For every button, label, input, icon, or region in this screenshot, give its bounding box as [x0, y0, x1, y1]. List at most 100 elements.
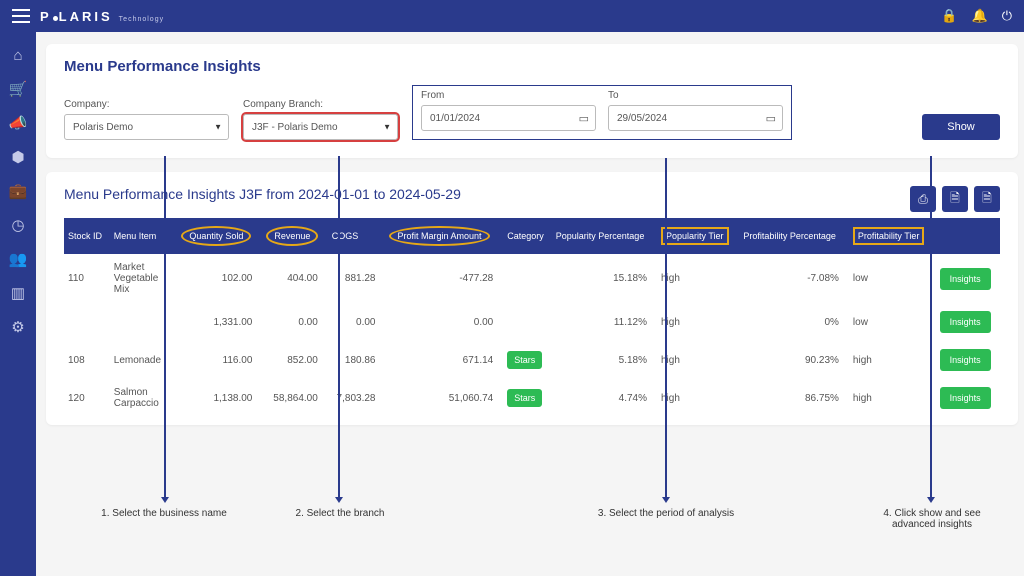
insights-button[interactable]: Insights — [940, 387, 991, 409]
to-label: To — [608, 90, 783, 101]
show-button[interactable]: Show — [922, 114, 1000, 140]
top-bar: PLARIS Technology 🔒 🔔 ⏻ — [0, 0, 1024, 32]
main-content: Menu Performance Insights Company: Polar… — [36, 32, 1024, 576]
to-date-input[interactable]: 29/05/2024 ▭ — [608, 105, 783, 131]
col-pop-pct[interactable]: Popularity Percentage — [552, 218, 657, 254]
cell-cogs: 881.28 — [328, 254, 386, 303]
cell-action: Insights — [936, 254, 1000, 303]
cell-pop-pct: 5.18% — [552, 341, 657, 379]
lock-icon[interactable]: 🔒 — [941, 8, 957, 24]
cell-prof-tier: high — [849, 379, 936, 417]
print-button[interactable]: ⎙ — [910, 186, 936, 212]
from-date-input[interactable]: 01/01/2024 ▭ — [421, 105, 596, 131]
cell-revenue: 404.00 — [262, 254, 327, 303]
cell-pop-pct: 11.12% — [552, 303, 657, 341]
from-label: From — [421, 90, 596, 101]
cell-prof-tier: low — [849, 303, 936, 341]
table-row: 120 Salmon Carpaccio 1,138.00 58,864.00 … — [64, 379, 1000, 417]
col-cogs[interactable]: COGS — [328, 218, 386, 254]
cell-action: Insights — [936, 341, 1000, 379]
cell-prof-pct: 86.75% — [739, 379, 849, 417]
briefcase-icon[interactable]: 💼 — [9, 182, 27, 200]
annotation-arrow-2 — [338, 156, 340, 498]
table-row: 108 Lemonade 116.00 852.00 180.86 671.14… — [64, 341, 1000, 379]
brand-tagline: Technology — [119, 16, 164, 23]
cell-stock-id: 110 — [64, 254, 110, 303]
cell-prof-pct: 0% — [739, 303, 849, 341]
cell-prof-pct: -7.08% — [739, 254, 849, 303]
brand-name: PLARIS — [40, 9, 113, 24]
cell-cogs: 0.00 — [328, 303, 386, 341]
cell-category: Stars — [503, 341, 552, 379]
home-icon[interactable]: ⌂ — [9, 46, 27, 64]
cell-menu-item: Market Vegetable Mix — [110, 254, 178, 303]
col-revenue[interactable]: Revenue — [262, 218, 327, 254]
cell-revenue: 852.00 — [262, 341, 327, 379]
power-icon[interactable]: ⏻ — [1002, 8, 1012, 24]
col-prof-tier[interactable]: Profitability Tier — [849, 218, 936, 254]
table-row: 110 Market Vegetable Mix 102.00 404.00 8… — [64, 254, 1000, 303]
col-stock-id[interactable]: Stock ID — [64, 218, 110, 254]
branch-select[interactable]: J3F - Polaris Demo ▼ — [243, 114, 398, 140]
cell-profit-margin: 671.14 — [385, 341, 503, 379]
cell-menu-item: Salmon Carpaccio — [110, 379, 178, 417]
cell-stock-id: 120 — [64, 379, 110, 417]
results-card: Menu Performance Insights J3F from 2024-… — [46, 172, 1018, 425]
col-profit-margin[interactable]: Profit Margin Amount — [385, 218, 503, 254]
results-table: Stock ID Menu Item Quantity Sold Revenue… — [64, 218, 1000, 417]
results-title: Menu Performance Insights J3F from 2024-… — [64, 186, 461, 202]
cell-pop-pct: 4.74% — [552, 379, 657, 417]
col-menu-item[interactable]: Menu Item — [110, 218, 178, 254]
page-title: Menu Performance Insights — [64, 58, 1000, 75]
megaphone-icon[interactable]: 📣 — [9, 114, 27, 132]
col-prof-pct[interactable]: Profitability Percentage — [739, 218, 849, 254]
table-header-row: Stock ID Menu Item Quantity Sold Revenue… — [64, 218, 1000, 254]
cell-qty: 1,138.00 — [177, 379, 262, 417]
cell-pop-tier: high — [657, 341, 739, 379]
cell-pop-tier: high — [657, 254, 739, 303]
insights-button[interactable]: Insights — [940, 349, 991, 371]
export-excel-button[interactable]: 🗎 — [974, 186, 1000, 212]
col-qty-sold[interactable]: Quantity Sold — [177, 218, 262, 254]
insights-button[interactable]: Insights — [940, 268, 991, 290]
filter-card: Menu Performance Insights Company: Polar… — [46, 44, 1018, 158]
branch-label: Company Branch: — [243, 99, 398, 110]
cell-menu-item — [110, 303, 178, 341]
cell-action: Insights — [936, 303, 1000, 341]
annotation-text-4: 4. Click show and see advanced insights — [862, 508, 1002, 530]
cube-icon[interactable]: ⬢ — [9, 148, 27, 166]
clock-icon[interactable]: ◷ — [9, 216, 27, 234]
cell-prof-tier: high — [849, 341, 936, 379]
col-pop-tier[interactable]: Popularity Tier — [657, 218, 739, 254]
annotation-arrow-3 — [665, 158, 667, 498]
cell-pop-tier: high — [657, 303, 739, 341]
table-row: 1,331.00 0.00 0.00 0.00 11.12% high 0% l… — [64, 303, 1000, 341]
annotation-arrow-4 — [930, 156, 932, 498]
cell-action: Insights — [936, 379, 1000, 417]
export-pdf-button[interactable]: 🗎 — [942, 186, 968, 212]
cell-revenue: 58,864.00 — [262, 379, 327, 417]
hamburger-icon[interactable] — [12, 9, 30, 23]
cell-profit-margin: -477.28 — [385, 254, 503, 303]
cell-pop-tier: high — [657, 379, 739, 417]
company-select[interactable]: Polaris Demo ▼ — [64, 114, 229, 140]
annotation-text-3: 3. Select the period of analysis — [596, 508, 736, 519]
calendar-icon: ▭ — [579, 112, 589, 125]
chart-icon[interactable]: ▥ — [9, 284, 27, 302]
annotation-text-1: 1. Select the business name — [94, 508, 234, 519]
cell-cogs: 180.86 — [328, 341, 386, 379]
cell-revenue: 0.00 — [262, 303, 327, 341]
cell-profit-margin: 51,060.74 — [385, 379, 503, 417]
cell-qty: 102.00 — [177, 254, 262, 303]
chevron-down-icon: ▼ — [214, 123, 222, 132]
cart-icon[interactable]: 🛒 — [9, 80, 27, 98]
cell-prof-pct: 90.23% — [739, 341, 849, 379]
insights-button[interactable]: Insights — [940, 311, 991, 333]
calendar-icon: ▭ — [766, 112, 776, 125]
col-category[interactable]: Category — [503, 218, 552, 254]
bell-icon[interactable]: 🔔 — [972, 8, 988, 24]
users-icon[interactable]: 👥 — [9, 250, 27, 268]
cell-prof-tier: low — [849, 254, 936, 303]
gear-icon[interactable]: ⚙ — [9, 318, 27, 336]
brand-logo: PLARIS Technology — [40, 9, 164, 24]
